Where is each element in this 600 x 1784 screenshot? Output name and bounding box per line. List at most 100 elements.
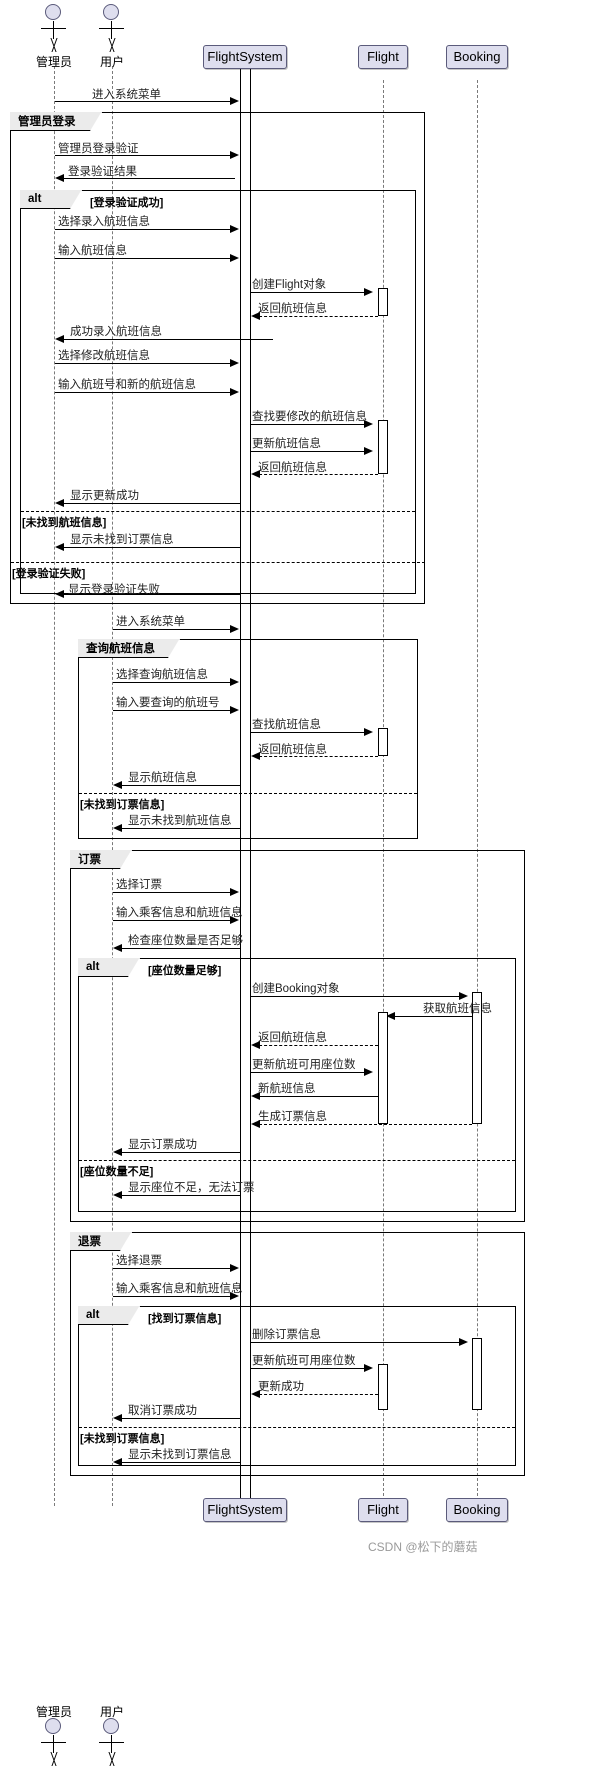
message-line-m13 [254,474,378,475]
message-label-m7: 返回航班信息 [258,303,327,315]
participant-flightsystem-bottom[interactable]: FlightSystem [203,1498,287,1522]
message-line-m40 [116,1418,240,1419]
participant-booking-top[interactable]: Booking [446,45,508,69]
actor-body-icon [111,1735,112,1753]
alt-condition-login-success: [登录验证成功] [90,197,164,209]
tab-notch [120,1231,132,1251]
arrow-right-m17 [230,625,239,633]
actor-arms-icon [41,28,66,29]
message-line-m12 [251,451,366,452]
participant-booking-bottom[interactable]: Booking [446,1498,508,1522]
tab-notch [90,111,102,131]
participant-flightsystem-top[interactable]: FlightSystem [203,45,287,69]
arrow-left-m22 [113,781,122,789]
arrow-right-m6 [364,288,373,296]
group-tab-booking: 订票 [70,849,132,869]
alt-condition-ticket-found: [找到订票信息] [148,1313,222,1325]
activation-booking-2 [472,1338,482,1410]
message-label-m1: 进入系统菜单 [92,89,161,101]
message-label-m10: 输入航班号和新的航班信息 [58,379,196,391]
alt-divider-5 [79,1427,515,1428]
message-line-m4 [55,229,232,230]
alt-condition-seats-enough: [座位数量足够] [148,965,222,977]
arrow-right-m27 [459,992,468,1000]
message-label-m9: 选择修改航班信息 [58,350,150,362]
message-line-m33 [116,1152,240,1153]
alt-else-no-flight: [未找到航班信息] [22,517,107,529]
message-line-m15 [58,547,240,548]
participant-flight-bottom[interactable]: Flight [358,1498,408,1522]
arrow-left-m13 [251,470,260,478]
group-label-booking: 订票 [78,854,101,866]
message-line-m17 [113,629,232,630]
message-label-m15: 显示未找到订票信息 [70,534,174,546]
tab-notch [70,189,82,209]
message-line-m36 [113,1296,232,1297]
activation-flight-3 [378,728,388,756]
actor-head-icon [103,4,119,20]
arrow-left-m7 [251,312,260,320]
message-line-m22 [116,785,240,786]
message-label-m35: 选择退票 [116,1255,162,1267]
watermark-credit: CSDN @松下的蘑菇 [368,1540,478,1554]
tab-notch [128,1305,140,1325]
activation-flight-4 [378,1012,388,1124]
message-label-m40: 取消订票成功 [128,1405,197,1417]
arrow-right-m36 [230,1292,239,1300]
arrow-right-m19 [230,706,239,714]
message-label-m28: 获取航班信息 [423,1003,492,1015]
message-label-m5: 输入航班信息 [58,245,127,257]
alt-else-no-ticket-1: [未找到订票信息] [80,799,165,811]
arrow-left-m29 [251,1041,260,1049]
message-label-m18: 选择查询航班信息 [116,669,208,681]
tab-notch [120,849,132,869]
actor-arms-icon [99,28,124,29]
message-label-m31: 新航班信息 [258,1083,316,1095]
message-label-m27: 创建Booking对象 [252,983,340,995]
message-label-m21: 返回航班信息 [258,744,327,756]
message-label-m32: 生成订票信息 [258,1111,327,1123]
activation-flight-2 [378,420,388,474]
message-line-m29 [254,1045,378,1046]
message-label-m19: 输入要查询的航班号 [116,697,220,709]
message-label-m24: 选择订票 [116,879,162,891]
arrow-right-m5 [230,254,239,262]
arrow-right-m20 [364,728,373,736]
message-label-m23: 显示未找到航班信息 [128,815,232,827]
message-label-m41: 显示未找到订票信息 [128,1449,232,1461]
message-line-m10 [55,392,232,393]
alt-label-2: alt [86,961,100,973]
arrow-right-m9 [230,359,239,367]
arrow-left-m32 [251,1120,260,1128]
message-line-m6 [251,292,366,293]
message-label-m6: 创建Flight对象 [252,279,327,291]
message-line-m30 [251,1072,366,1073]
message-line-m38 [251,1368,366,1369]
group-label-query-flight: 查询航班信息 [86,643,155,655]
message-label-m36: 输入乘客信息和航班信息 [116,1283,243,1295]
message-label-m22: 显示航班信息 [128,772,197,784]
arrow-left-m41 [113,1458,122,1466]
participant-flight-top[interactable]: Flight [358,45,408,69]
message-label-m25: 输入乘客信息和航班信息 [116,907,243,919]
message-line-m2 [55,155,232,156]
message-line-m26 [116,948,240,949]
arrow-left-m33 [113,1148,122,1156]
alt-else-login-fail: [登录验证失败] [12,568,86,580]
message-label-m39: 更新成功 [258,1381,304,1393]
message-label-m4: 选择录入航班信息 [58,216,150,228]
arrow-right-m30 [364,1068,373,1076]
message-line-m23 [116,828,240,829]
arrow-right-m1 [230,97,239,105]
arrow-left-m15 [55,543,64,551]
message-label-m14: 显示更新成功 [70,490,139,502]
message-line-m28 [389,1016,472,1017]
message-line-m37 [251,1342,461,1343]
activation-flight-1 [378,288,388,316]
message-label-m29: 返回航班信息 [258,1032,327,1044]
arrow-right-m12 [364,447,373,455]
message-line-m39 [254,1394,378,1395]
arrow-left-m31 [251,1092,260,1100]
alt-divider-2 [11,562,425,563]
arrow-left-m39 [251,1390,260,1398]
